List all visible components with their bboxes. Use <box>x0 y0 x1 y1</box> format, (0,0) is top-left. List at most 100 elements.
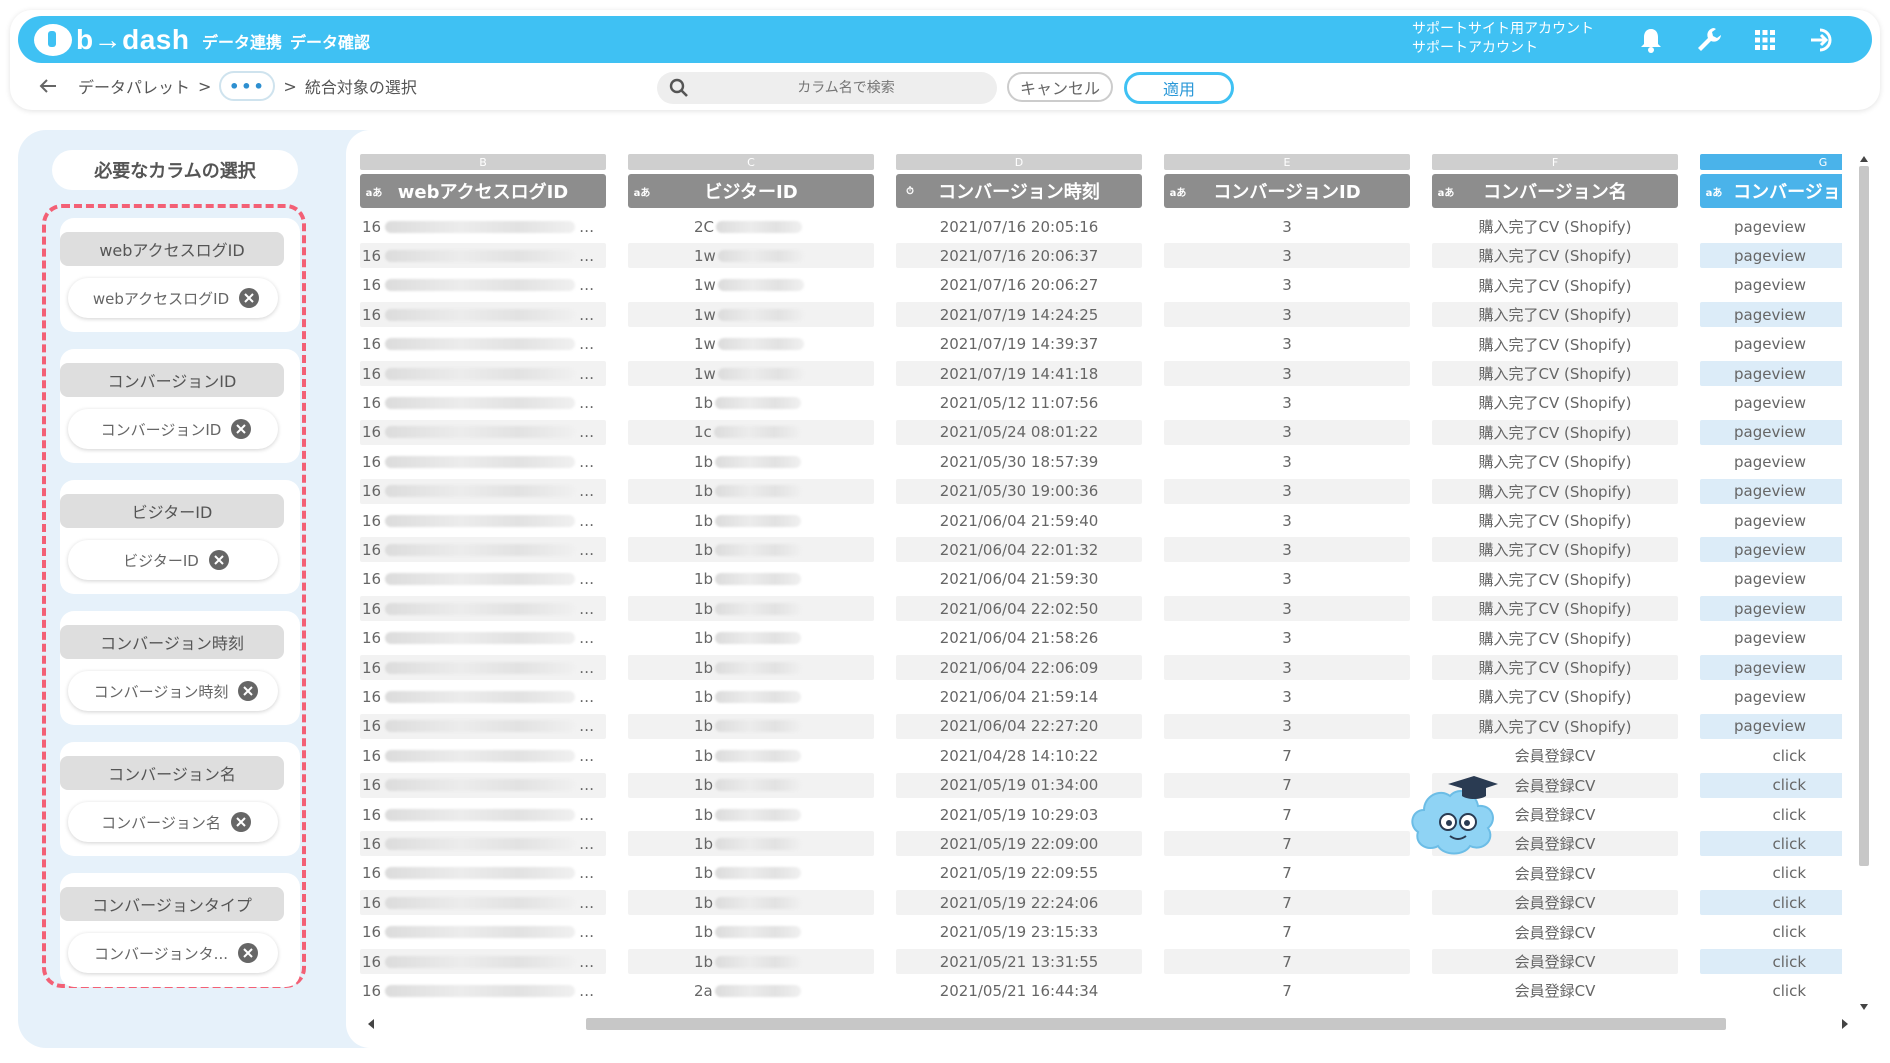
table-cell[interactable]: 7 <box>1164 890 1410 916</box>
table-cell[interactable]: 購入完了CV (Shopify) <box>1432 596 1678 622</box>
table-cell[interactable]: 1b <box>628 684 874 709</box>
table-cell[interactable]: 16… <box>360 243 606 269</box>
table-cell[interactable]: 16… <box>360 567 606 592</box>
table-cell[interactable]: 7 <box>1164 802 1410 827</box>
table-cell[interactable]: 1b <box>628 449 874 474</box>
table-cell[interactable]: 購入完了CV (Shopify) <box>1432 478 1678 504</box>
table-cell[interactable]: click <box>1700 978 1842 1003</box>
table-cell[interactable]: 1b <box>628 831 874 857</box>
table-cell[interactable]: 購入完了CV (Shopify) <box>1432 684 1678 709</box>
table-cell[interactable]: 3 <box>1164 419 1410 445</box>
table-cell[interactable]: pageview <box>1700 537 1842 563</box>
table-cell[interactable]: 16… <box>360 273 606 298</box>
remove-icon[interactable] <box>230 812 251 832</box>
column-slot[interactable]: コンバージョンID コンバージョンID <box>60 349 300 463</box>
table-cell[interactable]: 会員登録CV <box>1432 920 1678 945</box>
column-header[interactable]: aあ コンバージョンID <box>1164 174 1410 208</box>
table-cell[interactable]: 3 <box>1164 596 1410 622</box>
table-cell[interactable]: 購入完了CV (Shopify) <box>1432 626 1678 651</box>
column-slot[interactable]: コンバージョンタイプ コンバージョンタ... <box>60 873 300 987</box>
table-cell[interactable]: 1b <box>628 861 874 886</box>
table-cell[interactable]: 16… <box>360 478 606 504</box>
table-cell[interactable]: 3 <box>1164 361 1410 386</box>
table-cell[interactable]: 2021/07/16 20:05:16 <box>896 214 1142 239</box>
table-cell[interactable]: 16… <box>360 802 606 827</box>
table-cell[interactable]: 1b <box>628 390 874 415</box>
table-cell[interactable]: 1b <box>628 655 874 680</box>
horizontal-scrollbar[interactable] <box>366 1016 1848 1030</box>
table-cell[interactable]: click <box>1700 772 1842 798</box>
table-cell[interactable]: 1b <box>628 920 874 945</box>
column-header[interactable]: ⏱ コンバージョン時刻 <box>896 174 1142 208</box>
table-cell[interactable]: 16… <box>360 214 606 239</box>
table-cell[interactable]: 2021/07/19 14:39:37 <box>896 332 1142 357</box>
horizontal-scroll-thumb[interactable] <box>586 1018 1726 1030</box>
table-cell[interactable]: 2021/06/04 22:01:32 <box>896 537 1142 563</box>
table-cell[interactable]: pageview <box>1700 361 1842 386</box>
table-cell[interactable]: 2021/05/19 22:24:06 <box>896 890 1142 916</box>
table-cell[interactable]: 3 <box>1164 302 1410 328</box>
table-cell[interactable]: 3 <box>1164 478 1410 504</box>
table-cell[interactable]: pageview <box>1700 390 1842 415</box>
table-cell[interactable]: 2021/05/21 13:31:55 <box>896 949 1142 974</box>
vertical-scroll-thumb[interactable] <box>1859 166 1869 866</box>
remove-icon[interactable] <box>239 288 260 308</box>
table-cell[interactable]: 3 <box>1164 626 1410 651</box>
breadcrumb-root[interactable]: データパレット <box>78 74 190 98</box>
column-slot[interactable]: ビジターID ビジターID <box>60 480 300 594</box>
table-cell[interactable]: 会員登録CV <box>1432 978 1678 1003</box>
table-cell[interactable]: 16… <box>360 332 606 357</box>
column-header[interactable]: aあ ビジターID <box>628 174 874 208</box>
table-cell[interactable]: 16… <box>360 390 606 415</box>
bell-icon[interactable] <box>1636 25 1666 55</box>
table-cell[interactable]: 2021/05/19 22:09:00 <box>896 831 1142 857</box>
table-cell[interactable]: 1b <box>628 743 874 768</box>
table-cell[interactable]: 購入完了CV (Shopify) <box>1432 273 1678 298</box>
column-letter[interactable]: G <box>1700 154 1842 170</box>
logout-icon[interactable] <box>1808 25 1838 55</box>
table-cell[interactable]: 会員登録CV <box>1432 743 1678 768</box>
brand-logo[interactable]: b→dash <box>34 22 189 58</box>
wrench-icon[interactable] <box>1694 25 1724 55</box>
table-cell[interactable]: 3 <box>1164 449 1410 474</box>
table-cell[interactable]: 2021/06/04 22:02:50 <box>896 596 1142 622</box>
grid-icon[interactable] <box>1750 25 1780 55</box>
table-cell[interactable]: 購入完了CV (Shopify) <box>1432 243 1678 269</box>
column-slot[interactable]: コンバージョン名 コンバージョン名 <box>60 742 300 856</box>
table-cell[interactable]: 購入完了CV (Shopify) <box>1432 449 1678 474</box>
scroll-down-icon[interactable] <box>1859 1002 1869 1012</box>
table-cell[interactable]: 1b <box>628 508 874 533</box>
table-cell[interactable]: 購入完了CV (Shopify) <box>1432 361 1678 386</box>
table-cell[interactable]: 1w <box>628 302 874 328</box>
table-cell[interactable]: 7 <box>1164 772 1410 798</box>
column-slot[interactable]: コンバージョン時刻 コンバージョン時刻 <box>60 611 300 725</box>
table-cell[interactable]: 16… <box>360 596 606 622</box>
table-cell[interactable]: 会員登録CV <box>1432 861 1678 886</box>
table-cell[interactable]: 2021/06/04 21:59:30 <box>896 567 1142 592</box>
table-cell[interactable]: 会員登録CV <box>1432 949 1678 974</box>
remove-icon[interactable] <box>208 550 229 570</box>
table-cell[interactable]: pageview <box>1700 449 1842 474</box>
table-cell[interactable]: pageview <box>1700 596 1842 622</box>
table-cell[interactable]: click <box>1700 920 1842 945</box>
table-cell[interactable]: 購入完了CV (Shopify) <box>1432 508 1678 533</box>
table-cell[interactable]: 2021/07/16 20:06:37 <box>896 243 1142 269</box>
table-cell[interactable]: 3 <box>1164 713 1410 739</box>
table-cell[interactable]: 購入完了CV (Shopify) <box>1432 655 1678 680</box>
table-cell[interactable]: 7 <box>1164 743 1410 768</box>
table-cell[interactable]: click <box>1700 743 1842 768</box>
table-cell[interactable]: 16… <box>360 949 606 974</box>
table-cell[interactable]: pageview <box>1700 302 1842 328</box>
table-cell[interactable]: 2021/07/16 20:06:27 <box>896 273 1142 298</box>
table-cell[interactable]: 2021/06/04 21:58:26 <box>896 626 1142 651</box>
table-cell[interactable]: pageview <box>1700 478 1842 504</box>
table-cell[interactable]: 1w <box>628 273 874 298</box>
selected-column-chip[interactable]: コンバージョン時刻 <box>68 671 278 711</box>
table-cell[interactable]: 16… <box>360 772 606 798</box>
table-cell[interactable]: 7 <box>1164 920 1410 945</box>
table-cell[interactable]: 16… <box>360 655 606 680</box>
table-cell[interactable]: 2021/07/19 14:24:25 <box>896 302 1142 328</box>
column-header[interactable]: aあコンバージョンタイプ <box>1700 174 1842 208</box>
table-cell[interactable]: 2021/06/04 22:06:09 <box>896 655 1142 680</box>
table-cell[interactable]: 1b <box>628 890 874 916</box>
